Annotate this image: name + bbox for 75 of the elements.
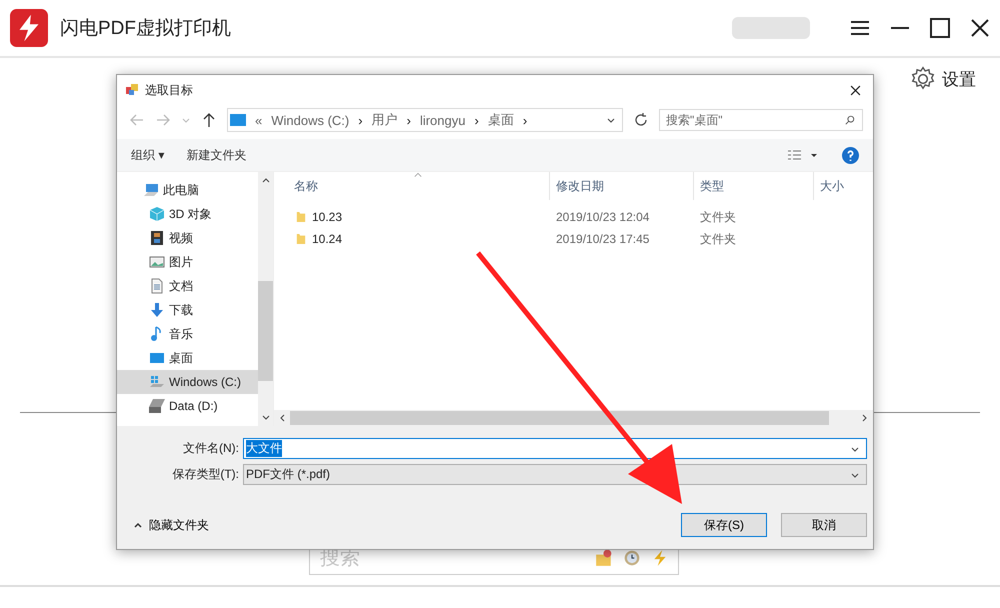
cube-icon: [149, 206, 165, 222]
desktop-icon: [149, 350, 165, 366]
nav-item[interactable]: 视频: [117, 226, 258, 250]
breadcrumb[interactable]: ›: [474, 112, 479, 128]
file-type: 文件夹: [699, 230, 737, 248]
close-icon[interactable]: [970, 18, 990, 38]
file-type-dropdown[interactable]: PDF文件 (*.pdf): [243, 464, 867, 485]
save-button[interactable]: 保存(S): [681, 513, 767, 537]
file-name: 10.24: [312, 232, 342, 246]
film-icon: [149, 230, 165, 246]
vertical-scrollbar[interactable]: [258, 172, 273, 426]
cancel-button[interactable]: 取消: [781, 513, 867, 537]
nav-item[interactable]: 文档: [117, 274, 258, 298]
settings-icon[interactable]: [910, 66, 936, 92]
address-bar[interactable]: « Windows (C:) › 用户 › lirongyu › 桌面 ›: [227, 108, 623, 132]
dialog-app-icon: [125, 83, 139, 97]
nav-item[interactable]: 图片: [117, 250, 258, 274]
document-icon: [149, 278, 165, 294]
maximize-icon[interactable]: [930, 18, 950, 38]
file-row[interactable]: 10.23 2019/10/23 12:04 文件夹: [274, 206, 873, 228]
search-icon: [845, 115, 855, 125]
column-header[interactable]: 大小: [814, 172, 844, 200]
file-name-label: 文件名(N):: [182, 440, 240, 457]
up-arrow-icon[interactable]: [201, 112, 217, 128]
settings-link[interactable]: 设置: [942, 68, 976, 90]
drive-icon: [149, 398, 165, 414]
nav-item[interactable]: Data (D:): [117, 394, 258, 418]
column-header[interactable]: 名称: [274, 172, 550, 200]
caret-icon: [133, 520, 143, 530]
nav-item[interactable]: 桌面: [117, 346, 258, 370]
menu-icon[interactable]: [850, 18, 870, 38]
windows-drive-icon: [149, 374, 165, 390]
breadcrumb[interactable]: 桌面: [488, 111, 514, 129]
folder-icon: [296, 210, 306, 224]
picture-icon: [149, 254, 165, 270]
close-icon[interactable]: [850, 84, 861, 96]
modified-date: 2019/10/23 12:04: [555, 209, 650, 226]
file-name: 10.23: [312, 210, 342, 224]
hide-folders-toggle[interactable]: 隐藏文件夹: [127, 516, 215, 534]
search-field[interactable]: 搜索"桌面": [659, 109, 863, 131]
breadcrumb[interactable]: lirongyu: [420, 112, 466, 128]
folder-icon: [296, 232, 306, 246]
app-logo-icon: [10, 9, 48, 47]
breadcrumb[interactable]: «: [255, 112, 262, 128]
sort-caret-icon: [414, 172, 422, 178]
app-title: 闪电PDF虚拟打印机: [60, 17, 231, 41]
nav-item[interactable]: Windows (C:): [117, 370, 258, 394]
file-type: 文件夹: [699, 208, 737, 226]
nav-item[interactable]: 此电脑: [117, 178, 258, 202]
breadcrumb[interactable]: ›: [522, 112, 528, 128]
dialog-title: 选取目标: [145, 82, 193, 98]
nav-item[interactable]: 音乐: [117, 322, 258, 346]
breadcrumb[interactable]: ›: [358, 112, 363, 128]
view-options-icon[interactable]: [786, 149, 818, 161]
modified-date: 2019/10/23 17:45: [555, 231, 650, 248]
desktop-icon: [230, 114, 246, 126]
refresh-icon[interactable]: [633, 112, 649, 128]
file-name-field[interactable]: 大文件: [243, 438, 867, 459]
column-header[interactable]: 类型: [694, 172, 814, 200]
file-row[interactable]: 10.24 2019/10/23 17:45 文件夹: [274, 228, 873, 250]
column-header[interactable]: 修改日期: [550, 172, 694, 200]
download-arrow-icon: [149, 302, 165, 318]
folder-heart-icon[interactable]: [595, 549, 613, 567]
nav-item[interactable]: 下载: [117, 298, 258, 322]
breadcrumb[interactable]: 用户: [372, 111, 398, 129]
clock-icon[interactable]: [623, 549, 641, 567]
file-type-label: 保存类型(T):: [171, 466, 240, 483]
nav-item[interactable]: 3D 对象: [117, 202, 258, 226]
breadcrumb[interactable]: ›: [406, 112, 411, 128]
breadcrumb[interactable]: Windows (C:): [271, 112, 350, 128]
horizontal-scrollbar[interactable]: [274, 410, 873, 426]
organize-button[interactable]: 组织 ▾: [127, 144, 168, 166]
computer-icon: [143, 182, 159, 198]
new-folder-button[interactable]: 新建文件夹: [182, 144, 250, 166]
help-icon[interactable]: [842, 146, 859, 164]
